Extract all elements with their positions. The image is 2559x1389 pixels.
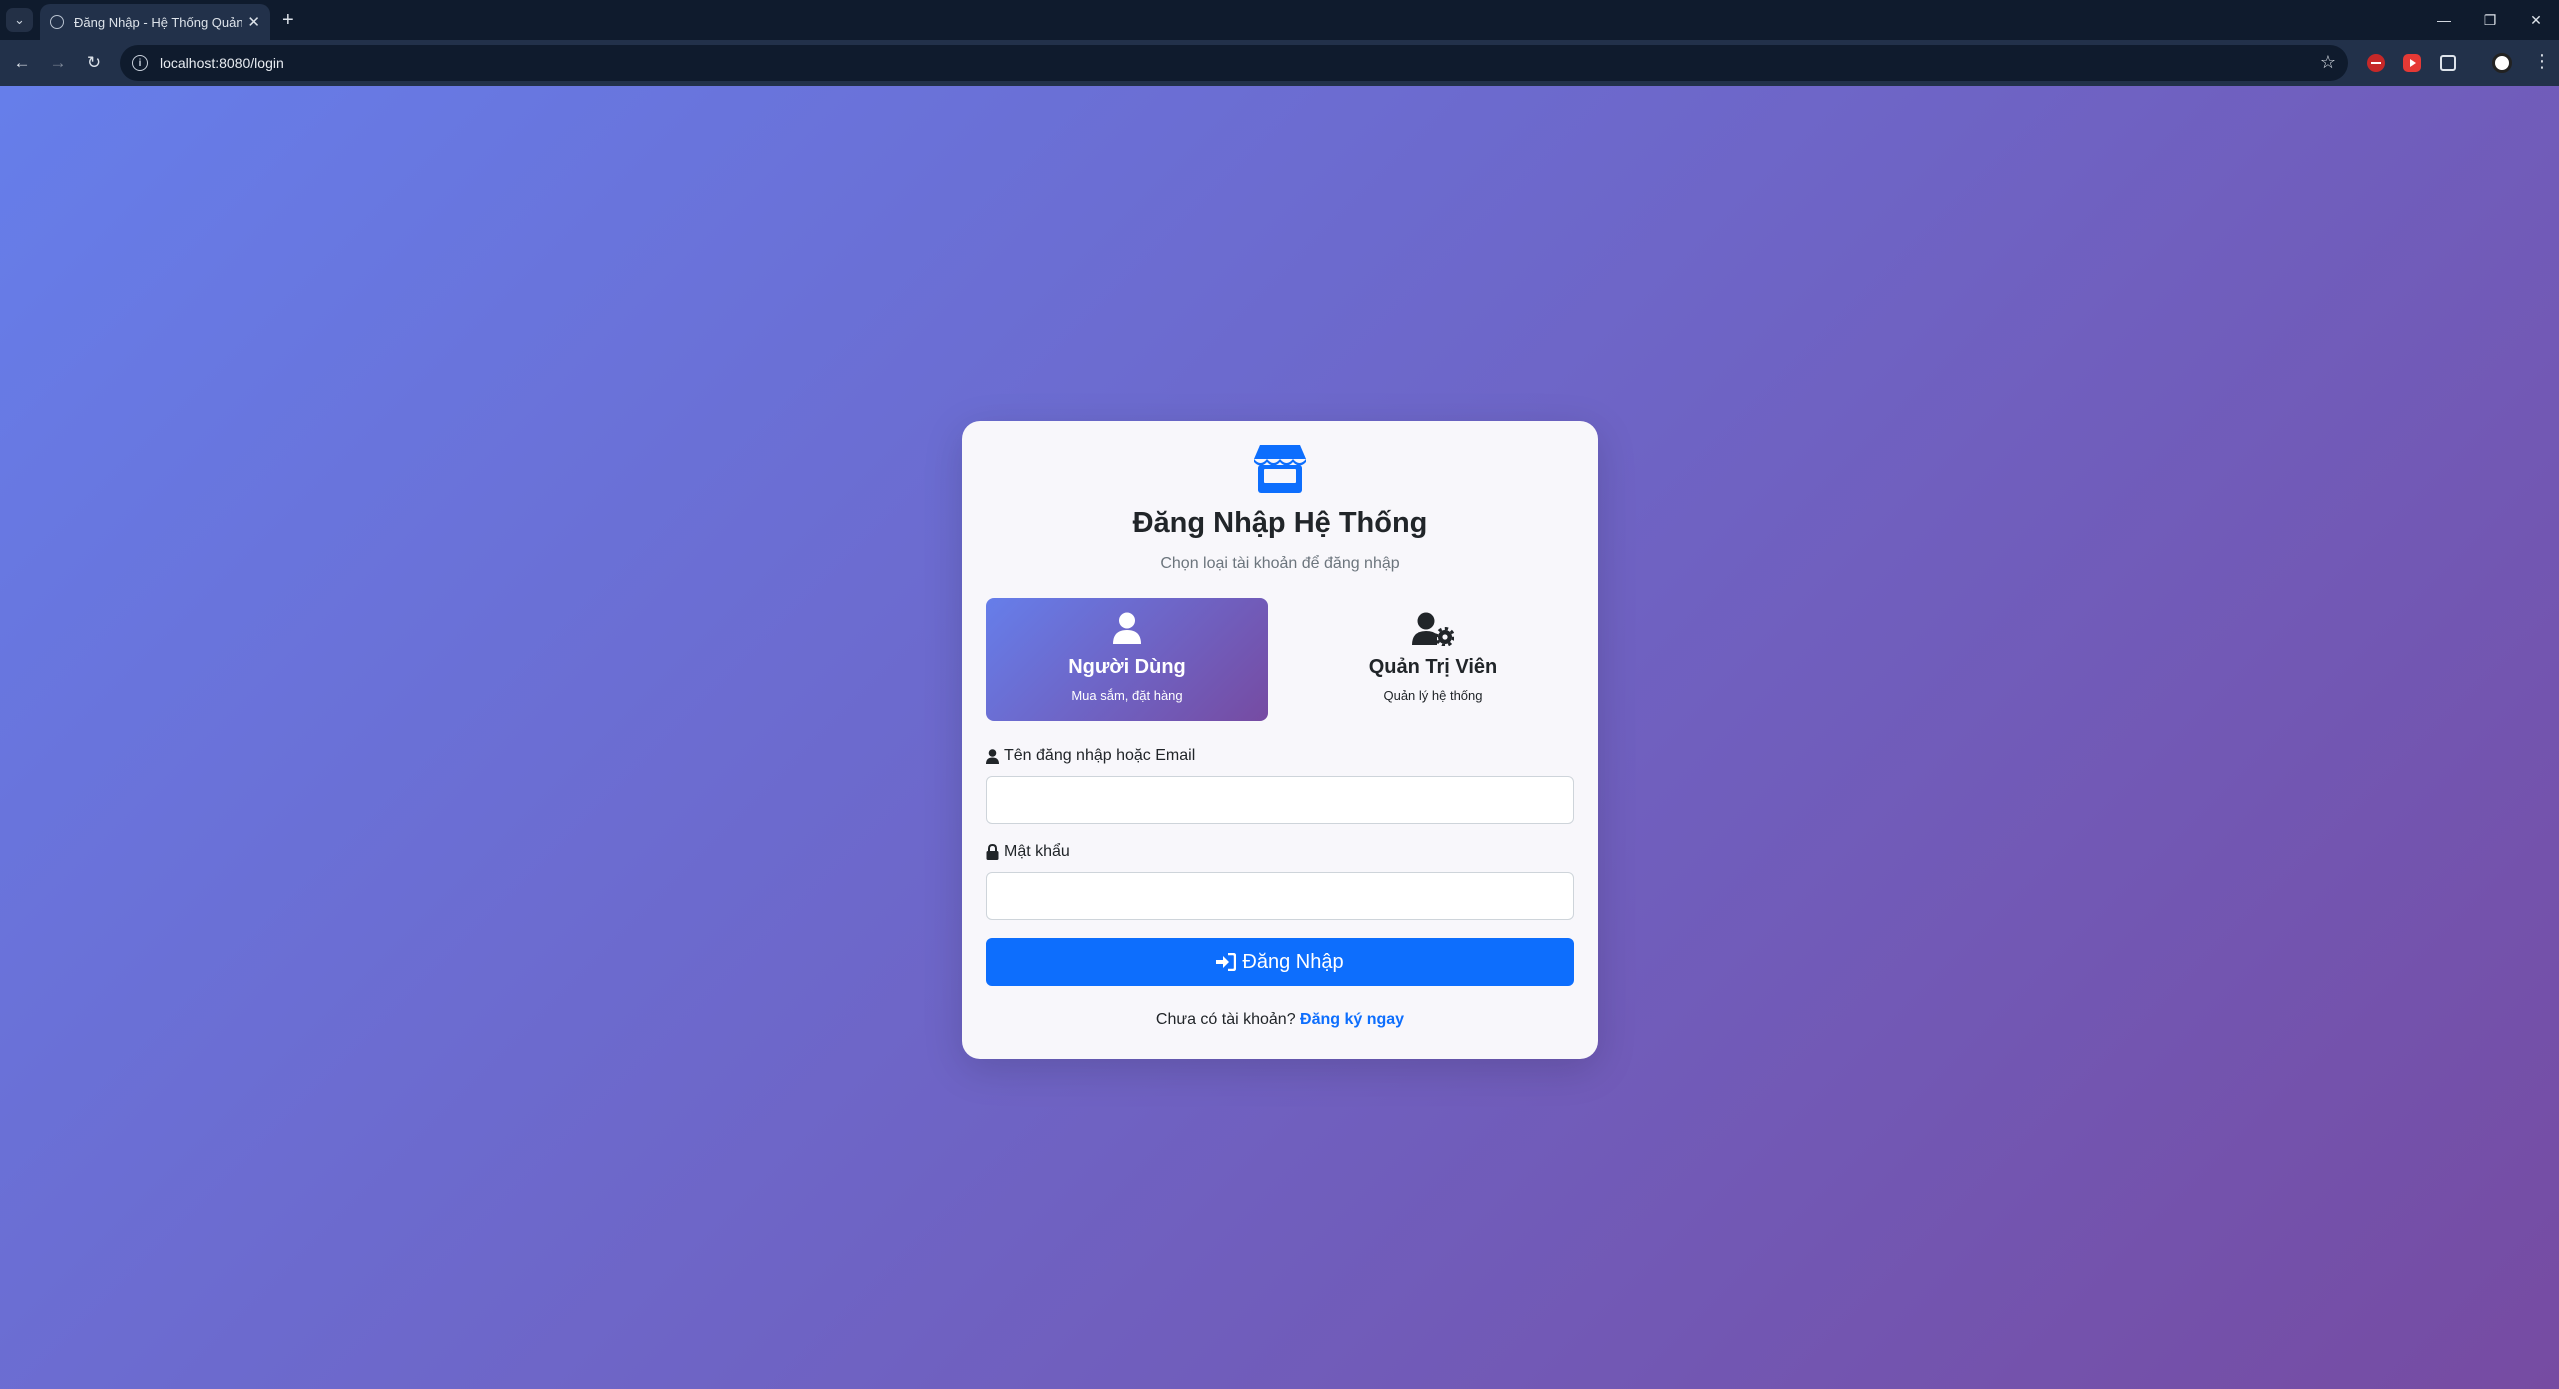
- login-subtitle: Chọn loại tài khoản để đăng nhập: [1160, 555, 1400, 572]
- role-desc-user: Mua sắm, đặt hàng: [1071, 688, 1183, 703]
- tab-close-button[interactable]: ✕: [247, 13, 260, 31]
- login-submit-button[interactable]: Đăng Nhập: [986, 938, 1574, 986]
- role-option-admin[interactable]: Quản Trị Viên Quản lý hệ thống: [1292, 598, 1574, 721]
- register-prompt-text: Chưa có tài khoản?: [1155, 1011, 1296, 1028]
- extension-block-icon[interactable]: [2367, 54, 2385, 72]
- username-input[interactable]: [986, 776, 1574, 824]
- register-prompt: Chưa có tài khoản? Đăng ký ngay: [962, 1011, 1598, 1029]
- url-text: localhost:8080/login: [160, 55, 284, 71]
- store-icon: [1254, 445, 1306, 493]
- register-link[interactable]: Đăng ký ngay: [1300, 1011, 1404, 1028]
- browser-toolbar: ← → ↻ i localhost:8080/login ☆ ⋮: [0, 40, 2559, 86]
- login-title: Đăng Nhập Hệ Thống: [1132, 507, 1428, 539]
- username-label-text: Tên đăng nhập hoặc Email: [1004, 747, 1196, 764]
- close-window-button[interactable]: ✕: [2513, 0, 2559, 40]
- back-button[interactable]: ←: [10, 51, 34, 75]
- profile-avatar[interactable]: [2492, 53, 2512, 73]
- reload-button[interactable]: ↻: [82, 51, 106, 75]
- minimize-button[interactable]: —: [2421, 0, 2467, 40]
- site-info-icon[interactable]: i: [132, 55, 148, 71]
- forward-button[interactable]: →: [46, 51, 70, 75]
- tab-search-button[interactable]: ⌄: [6, 8, 33, 32]
- extension-youtube-icon[interactable]: [2403, 54, 2421, 72]
- role-option-user[interactable]: Người Dùng Mua sắm, đặt hàng: [986, 598, 1268, 721]
- password-label-text: Mật khẩu: [1004, 843, 1070, 860]
- login-submit-label: Đăng Nhập: [1242, 950, 1344, 973]
- role-desc-admin: Quản lý hệ thống: [1383, 688, 1483, 703]
- user-gear-icon: [1412, 612, 1454, 646]
- role-name-user: Người Dùng: [1068, 656, 1186, 678]
- restore-button[interactable]: ❐: [2467, 0, 2513, 40]
- user-icon: [986, 748, 999, 764]
- globe-icon: [50, 15, 64, 29]
- password-label: Mật khẩu: [986, 843, 1070, 861]
- browser-tab[interactable]: Đăng Nhập - Hệ Thống Quản Lý ✕: [40, 4, 270, 40]
- address-bar[interactable]: i localhost:8080/login ☆: [120, 45, 2348, 81]
- role-name-admin: Quản Trị Viên: [1368, 656, 1498, 678]
- password-input[interactable]: [986, 872, 1574, 920]
- new-tab-button[interactable]: +: [282, 8, 294, 32]
- extensions-puzzle-icon[interactable]: [2440, 55, 2456, 71]
- browser-tab-bar: ⌄ Đăng Nhập - Hệ Thống Quản Lý ✕ + — ❐ ✕: [0, 0, 2559, 40]
- tab-title: Đăng Nhập - Hệ Thống Quản Lý: [74, 14, 242, 30]
- lock-icon: [986, 844, 999, 860]
- login-card: Đăng Nhập Hệ Thống Chọn loại tài khoản đ…: [962, 421, 1598, 1059]
- user-icon: [1113, 612, 1141, 644]
- browser-menu-button[interactable]: ⋮: [2533, 51, 2551, 72]
- bookmark-star-icon[interactable]: ☆: [2320, 52, 2336, 73]
- username-label: Tên đăng nhập hoặc Email: [986, 747, 1195, 765]
- window-controls: — ❐ ✕: [2421, 0, 2559, 40]
- sign-in-icon: [1216, 953, 1237, 971]
- page-background: Đăng Nhập Hệ Thống Chọn loại tài khoản đ…: [0, 86, 2559, 1389]
